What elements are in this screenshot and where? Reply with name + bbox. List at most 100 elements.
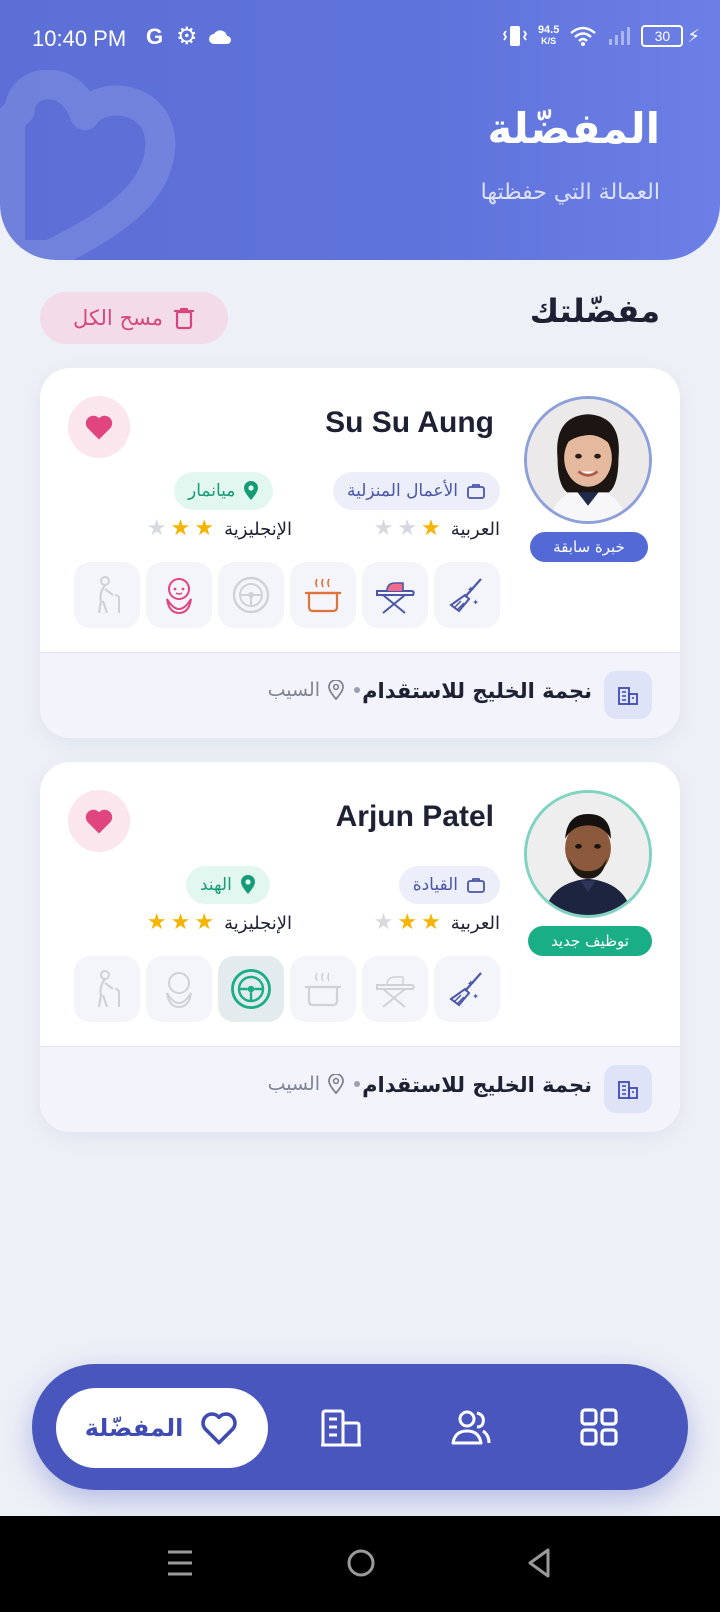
city-label: السيب <box>267 679 320 701</box>
grid-icon <box>580 1408 618 1446</box>
speed-unit: K/S <box>541 36 557 46</box>
skill-elderly-care <box>74 562 140 628</box>
location-pin-icon <box>328 680 344 700</box>
status-time: 10:40 PM <box>32 26 127 51</box>
baby-icon <box>166 972 192 1009</box>
job-label: الأعمال المنزلية <box>347 481 458 501</box>
svg-text:✦: ✦ <box>472 598 479 607</box>
skill-cleaning: ✦ ✦ <box>434 562 500 628</box>
star-icon: ★ <box>421 910 441 935</box>
building-icon <box>618 687 638 705</box>
job-chip: القيادة <box>398 866 500 904</box>
heart-outline-icon <box>201 1412 238 1445</box>
star-icon: ★ <box>373 516 394 541</box>
agency-icon <box>604 671 652 719</box>
star-icon: ★ <box>397 516 418 541</box>
skill-cooking <box>290 562 356 628</box>
star-icon: ★ <box>373 910 394 935</box>
job-chip: الأعمال المنزلية <box>333 472 500 510</box>
city: السيب <box>268 1073 344 1095</box>
skill-driving <box>218 956 284 1022</box>
status-badge: توظيف جديد <box>528 926 652 956</box>
ironing-board-icon <box>376 976 415 1008</box>
star-icon: ★ <box>146 516 167 541</box>
wifi-icon <box>570 26 597 46</box>
page-subtitle: العمالة التي حفظتها <box>480 180 660 205</box>
location-chip: الهند <box>186 866 270 904</box>
elderly-icon <box>97 970 120 1008</box>
skills-row: ✦ ✦ <box>74 956 500 1022</box>
svg-text:✦: ✦ <box>472 992 479 1001</box>
favorite-button[interactable] <box>68 790 130 852</box>
rating-stars: ★ ★ ★ <box>374 912 441 934</box>
recent-apps-icon[interactable] <box>164 1546 196 1580</box>
page-title: المفضّلة <box>487 104 660 153</box>
gear-icon: ⚙ <box>176 22 198 50</box>
language-english: الإنجليزية ★ ★ ★ <box>147 912 292 934</box>
steering-wheel-icon <box>232 576 270 614</box>
city: السيب <box>268 679 344 701</box>
broom-icon: ✦ ✦ <box>449 972 482 1007</box>
google-icon: G <box>146 24 164 49</box>
speed-value: 94.5 <box>537 24 560 36</box>
worker-card[interactable]: خبرة سابقة Su Su Aung الأعمال المنزلية م… <box>40 368 680 738</box>
svg-text:✦: ✦ <box>467 585 475 596</box>
network-speed: 94.5 K/S <box>538 25 559 47</box>
status-bar: 10:40 PM G ⚙ 94.5 K/S 30 ⚡ <box>0 0 720 80</box>
language-label: الإنجليزية <box>224 518 292 540</box>
nav-workers[interactable] <box>446 1402 496 1452</box>
rating-stars: ★ ★ ★ <box>147 912 214 934</box>
skill-elderly-care <box>74 956 140 1022</box>
clear-all-button[interactable]: مسح الكل <box>40 292 228 344</box>
nav-home[interactable] <box>574 1402 624 1452</box>
nav-agencies[interactable] <box>316 1402 366 1452</box>
separator-dot <box>354 687 360 693</box>
language-label: الإنجليزية <box>224 912 292 934</box>
favorite-button[interactable] <box>68 396 130 458</box>
skills-row: ✦ ✦ <box>74 562 500 628</box>
trash-icon <box>173 307 195 330</box>
language-arabic: العربية ★ ★ ★ <box>374 912 500 934</box>
bottom-nav: المفضّلة <box>32 1364 688 1490</box>
home-icon[interactable] <box>344 1546 378 1580</box>
broom-icon: ✦ ✦ <box>449 578 482 613</box>
rating-stars: ★ ★ ★ <box>374 518 441 540</box>
charging-icon: ⚡ <box>687 25 700 47</box>
battery-indicator: 30 <box>641 25 684 47</box>
location-label: الهند <box>200 875 232 895</box>
nav-favorites[interactable]: المفضّلة <box>56 1388 268 1468</box>
skill-driving <box>218 562 284 628</box>
card-footer: نجمة الخليج للاستقدام السيب <box>40 652 680 738</box>
city-label: السيب <box>267 1073 320 1095</box>
star-icon: ★ <box>146 910 167 935</box>
steering-wheel-icon <box>231 969 271 1009</box>
language-label: العربية <box>450 518 500 540</box>
briefcase-icon <box>467 484 485 499</box>
star-icon: ★ <box>397 910 418 935</box>
nav-favorites-label: المفضّلة <box>84 1414 184 1442</box>
skill-ironing <box>362 956 428 1022</box>
star-icon: ★ <box>421 516 441 541</box>
skill-cooking <box>290 956 356 1022</box>
agency-icon <box>604 1065 652 1113</box>
location-chip: ميانمار <box>174 472 274 510</box>
location-pin-icon <box>328 1074 344 1094</box>
worker-name: Su Su Aung <box>325 406 494 439</box>
heart-watermark-icon <box>0 70 176 260</box>
card-footer: نجمة الخليج للاستقدام السيب <box>40 1046 680 1132</box>
svg-text:✦: ✦ <box>467 979 475 990</box>
worker-card[interactable]: توظيف جديد Arjun Patel القيادة الهند الع… <box>40 762 680 1132</box>
star-icon: ★ <box>170 910 191 935</box>
briefcase-icon <box>467 878 485 893</box>
skill-cleaning: ✦ ✦ <box>434 956 500 1022</box>
building-icon <box>321 1409 361 1447</box>
avatar <box>524 790 652 918</box>
heart-icon <box>85 809 113 834</box>
cooking-pot-icon <box>305 972 341 1007</box>
skill-ironing <box>362 562 428 628</box>
language-label: العربية <box>450 912 500 934</box>
worker-photo-su-su-aung <box>527 399 649 521</box>
clear-all-label: مسح الكل <box>73 306 163 330</box>
location-pin-icon <box>244 481 259 500</box>
back-icon[interactable] <box>522 1546 556 1580</box>
